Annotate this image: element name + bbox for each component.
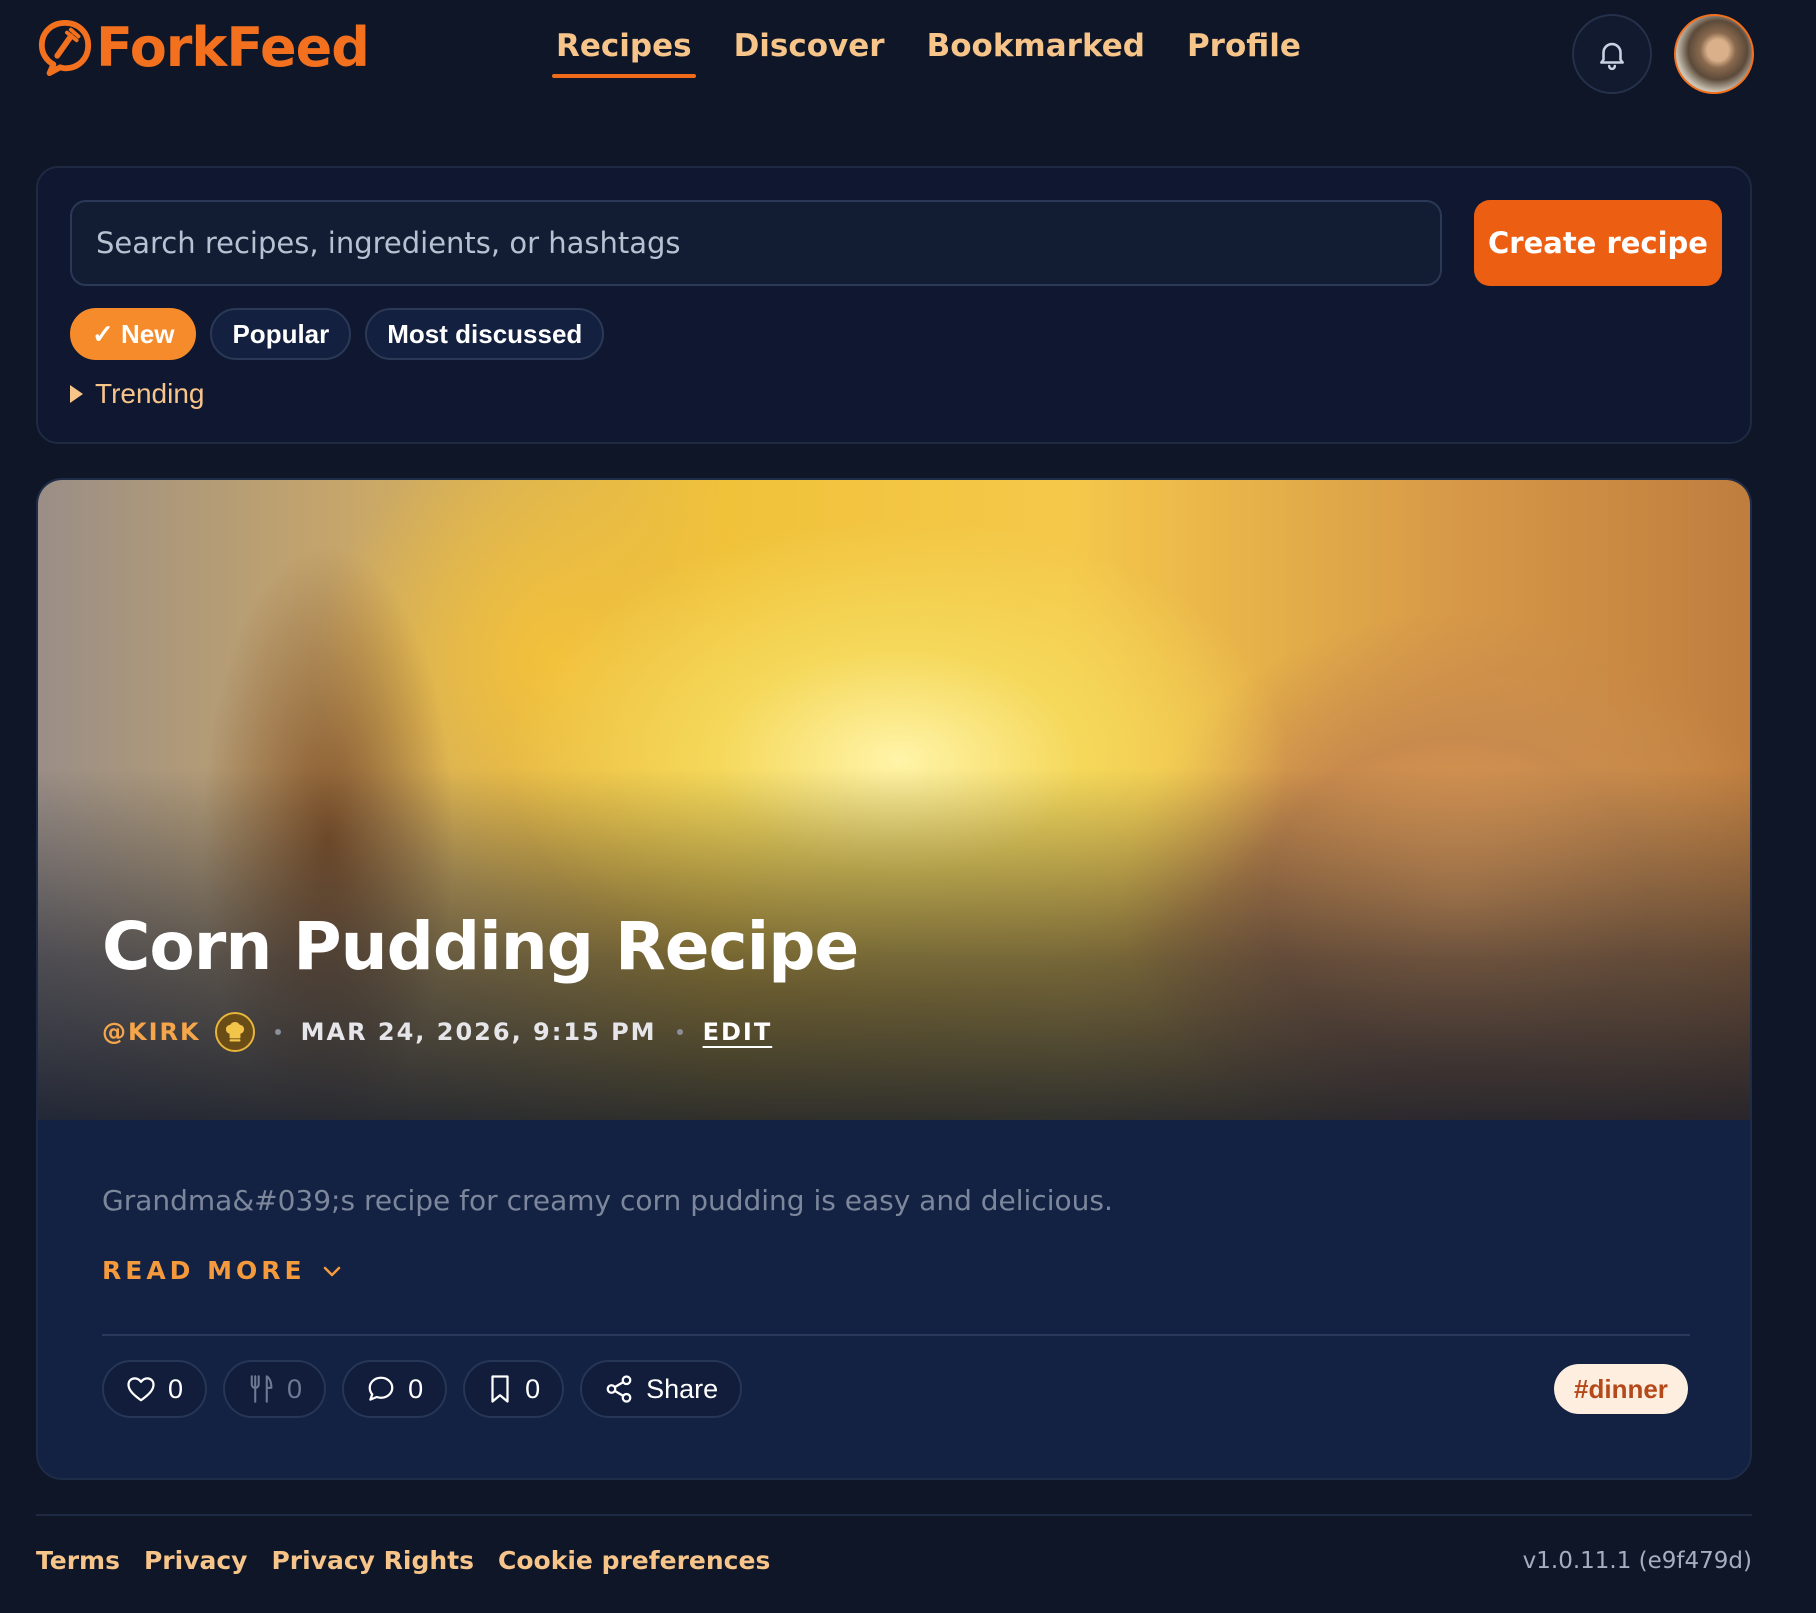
- chip-new[interactable]: ✓ New: [70, 308, 197, 360]
- nav-discover[interactable]: Discover: [734, 28, 885, 78]
- chip-popular[interactable]: Popular: [210, 308, 352, 360]
- comment-icon: [368, 1376, 394, 1401]
- like-count: 0: [168, 1373, 184, 1404]
- chef-hat-icon: [214, 1012, 255, 1052]
- share-icon: [606, 1375, 632, 1403]
- bookmark-icon: [491, 1375, 509, 1403]
- heart-icon: [127, 1377, 155, 1402]
- utensils-icon: [250, 1375, 273, 1403]
- share-label: Share: [646, 1373, 719, 1404]
- chip-most-discussed[interactable]: Most discussed: [365, 308, 605, 360]
- recipe-actions: 0 0 0 0 Share: [102, 1360, 743, 1418]
- bookmark-button[interactable]: 0: [463, 1360, 565, 1418]
- create-recipe-button[interactable]: Create recipe: [1474, 200, 1722, 286]
- search-panel: Create recipe ✓ New Popular Most discuss…: [36, 166, 1752, 444]
- edit-link[interactable]: EDIT: [703, 1018, 773, 1046]
- post-date: MAR 24, 2026, 9:15 PM: [300, 1018, 657, 1046]
- hashtag-badge[interactable]: #dinner: [1554, 1364, 1688, 1414]
- separator-dot: [676, 1029, 683, 1035]
- nav-recipes[interactable]: Recipes: [552, 28, 696, 78]
- notifications-button[interactable]: [1572, 14, 1652, 94]
- footer-links: Terms Privacy Privacy Rights Cookie pref…: [36, 1546, 770, 1575]
- share-button[interactable]: Share: [580, 1360, 743, 1418]
- card-divider: [102, 1334, 1690, 1336]
- footer-link-terms[interactable]: Terms: [36, 1546, 120, 1575]
- footer-link-cookie-preferences[interactable]: Cookie preferences: [498, 1546, 770, 1575]
- app-name: ForkFeed: [96, 16, 370, 79]
- recipe-title[interactable]: Corn Pudding Recipe: [102, 908, 859, 985]
- footer-link-privacy-rights[interactable]: Privacy Rights: [271, 1546, 474, 1575]
- main-nav: Recipes Discover Bookmarked Profile: [552, 28, 1301, 78]
- recipe-card[interactable]: Corn Pudding Recipe @KIRK MAR 24, 2026, …: [36, 478, 1752, 1480]
- recipe-meta: @KIRK MAR 24, 2026, 9:15 PM EDIT: [102, 1012, 772, 1052]
- avatar[interactable]: [1674, 14, 1754, 94]
- trending-toggle[interactable]: Trending: [70, 378, 204, 410]
- search-input[interactable]: [70, 200, 1442, 286]
- footer-link-privacy[interactable]: Privacy: [144, 1546, 248, 1575]
- footer-divider: [36, 1514, 1752, 1516]
- trending-label: Trending: [95, 378, 205, 409]
- version-label: v1.0.11.1 (e9f479d): [1522, 1548, 1752, 1574]
- comment-button[interactable]: 0: [342, 1360, 448, 1418]
- bell-icon: [1600, 42, 1624, 71]
- caret-right-icon: [70, 385, 83, 403]
- read-more-button[interactable]: READ MORE: [102, 1256, 342, 1285]
- sort-chips: ✓ New Popular Most discussed: [70, 308, 605, 360]
- author-handle[interactable]: @KIRK: [102, 1018, 201, 1046]
- fork-logo-icon: [38, 19, 92, 77]
- cooked-button[interactable]: 0: [223, 1360, 327, 1418]
- read-more-label: READ MORE: [102, 1256, 306, 1285]
- top-header: ForkFeed Recipes Discover Bookmarked Pro…: [0, 0, 1816, 110]
- logo[interactable]: ForkFeed: [36, 16, 370, 79]
- nav-profile[interactable]: Profile: [1187, 28, 1301, 78]
- separator-dot: [274, 1029, 281, 1035]
- nav-bookmarked[interactable]: Bookmarked: [927, 28, 1145, 78]
- bookmark-count: 0: [525, 1373, 541, 1404]
- recipe-description: Grandma&#039;s recipe for creamy corn pu…: [102, 1184, 1113, 1217]
- comment-count: 0: [408, 1373, 424, 1404]
- cooked-count: 0: [287, 1373, 303, 1404]
- page: ForkFeed Recipes Discover Bookmarked Pro…: [0, 0, 1816, 1613]
- chevron-down-icon: [323, 1266, 340, 1276]
- like-button[interactable]: 0: [102, 1360, 208, 1418]
